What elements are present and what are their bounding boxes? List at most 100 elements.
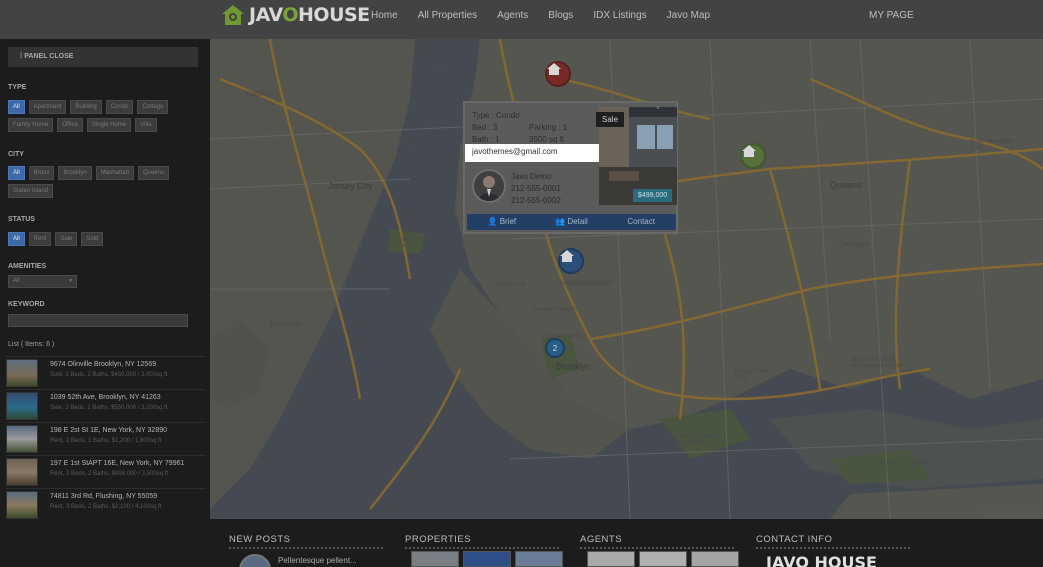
list-item-details: Rent, 3 Beds, 2 Baths, $499,000 / 3,500s… <box>50 471 169 477</box>
map-label-kearny: Kearny <box>245 89 271 98</box>
nav-blogs[interactable]: Blogs <box>548 10 573 21</box>
amenities-select[interactable]: All ▼ <box>8 275 77 288</box>
status-chip-sale[interactable]: Sale <box>55 232 78 246</box>
list-item[interactable]: 198 E 2st St 1E, New York, NY 32890 Rent,… <box>6 422 206 455</box>
nav-idx-listings[interactable]: IDX Listings <box>593 10 646 21</box>
city-chip-staten-island[interactable]: Staten Island <box>8 184 54 198</box>
house-logo-icon <box>221 4 245 26</box>
list-item[interactable]: 1039 52th Ave, Brooklyn, NY 41263 Sale, 3… <box>6 389 206 422</box>
type-chip-all[interactable]: All <box>8 100 25 114</box>
agent-thumbnail[interactable] <box>587 551 635 567</box>
agent-thumbnail[interactable] <box>639 551 687 567</box>
status-chips: All Rent Sale Sold <box>8 232 198 246</box>
map-label-bedford-stuyvesant: Bedford-Stuyvesant <box>560 281 613 287</box>
keyword-input[interactable] <box>8 314 188 327</box>
list-item[interactable]: 197 E 1st StAPT 16E, New York, NY 79961 R… <box>6 455 206 488</box>
users-icon: 👥 <box>555 217 566 226</box>
agent-phone-2: 212-555-0002 <box>511 196 561 205</box>
agent-name[interactable]: Javo Demo <box>511 171 561 183</box>
status-chip-rent[interactable]: Rent <box>28 232 52 246</box>
footer-logo: JAVO HOUSE <box>766 553 877 567</box>
list-title: List ( Items: 6 ) <box>8 341 55 348</box>
map-label-union-city: Union City <box>426 62 463 71</box>
type-chip-office[interactable]: Office <box>57 118 83 132</box>
info-specs-2: Parking : 1 3500 sq ft <box>529 122 567 146</box>
amenities-label: AMENITIES <box>8 263 47 270</box>
map-label-spring-creek-park: Spring Creek Park <box>734 369 770 381</box>
my-page-link[interactable]: MY PAGE <box>869 10 914 21</box>
contact-button[interactable]: Contact <box>606 214 676 230</box>
property-thumbnail <box>6 491 38 519</box>
list-item[interactable]: 74811 3rd Rd, Flushing, NY 55059 Rent, 3 … <box>6 488 206 521</box>
list-item-title: 74811 3rd Rd, Flushing, NY 55059 <box>50 493 158 500</box>
property-thumbnail <box>6 392 38 420</box>
nav-agents[interactable]: Agents <box>497 10 528 21</box>
info-email[interactable]: javothemes@gmail.com <box>465 144 600 162</box>
map-marker-house-icon[interactable] <box>740 143 766 169</box>
price-badge: $499,000 <box>633 189 673 202</box>
map-label-north-new-hyde-park: North New Hyde Park <box>970 139 1015 151</box>
city-chip-queens[interactable]: Queens <box>138 166 170 180</box>
nav-home[interactable]: Home <box>371 10 398 21</box>
map-attribution: Map data ©2014 Google <box>982 511 1041 517</box>
list-item-title: 1039 52th Ave, Brooklyn, NY 41263 <box>50 394 161 401</box>
property-thumbnail <box>6 359 38 387</box>
close-icon[interactable]: × <box>656 105 660 112</box>
map-label-liberty-state-park: Liberty State Park <box>398 237 432 249</box>
site-logo[interactable]: JAVOHOUSE <box>221 4 370 26</box>
map-cluster-marker[interactable]: 2 <box>545 338 565 358</box>
top-navbar: JAVOHOUSE Home All Properties Agents Blo… <box>0 0 1043 39</box>
type-chip-apartment[interactable]: Apartment <box>28 100 67 114</box>
agent-thumbnail[interactable] <box>691 551 739 567</box>
footer-contact-info: CONTACT INFO <box>756 534 911 549</box>
list-item[interactable]: 9674 Olinville Brooklyn, NY 12569 Sold, 3… <box>6 356 206 389</box>
info-type: Type : Condo <box>472 111 520 120</box>
agent-info: Javo Demo 212-555-0001 212-555-0002 <box>511 171 561 207</box>
city-label: CITY <box>8 151 24 158</box>
brief-button[interactable]: 👤 Brief <box>467 214 537 230</box>
city-chips: All Bronx Brooklyn Manhattan Queens Stat… <box>8 166 198 198</box>
type-chip-cottage[interactable]: Cottage <box>137 100 169 114</box>
city-chip-manhattan[interactable]: Manhattan <box>95 166 135 180</box>
list-item-title: 198 E 2st St 1E, New York, NY 32890 <box>50 427 168 434</box>
map-marker-house-icon[interactable] <box>558 248 584 274</box>
map-label-rockaway-park: Rockaway Community Park <box>870 461 930 473</box>
agent-avatar <box>472 169 506 203</box>
panel-close-button[interactable]: ⁞ PANEL CLOSE <box>8 47 198 67</box>
map-marker-house-icon[interactable] <box>545 61 571 87</box>
filter-sidebar: ⁞ PANEL CLOSE TYPE All Apartment Buildin… <box>0 39 210 519</box>
property-thumbnail[interactable] <box>411 551 459 567</box>
status-badge: Sale <box>596 112 625 127</box>
chevron-down-icon: ▼ <box>68 278 73 284</box>
city-chip-brooklyn[interactable]: Brooklyn <box>58 166 92 180</box>
info-parking: Parking : 1 <box>529 123 568 132</box>
detail-button[interactable]: 👥 Detail <box>537 214 607 230</box>
nav-all-properties[interactable]: All Properties <box>418 10 477 21</box>
nav-javo-map[interactable]: Javo Map <box>667 10 710 21</box>
status-label: STATUS <box>8 216 35 223</box>
list-item-details: Rent, 3 Beds, 2 Baths, $2,100 / 4,100sq … <box>50 504 162 510</box>
post-title[interactable]: Pellentesque pellent... <box>278 556 357 565</box>
type-chip-building[interactable]: Building <box>70 100 102 114</box>
footer-new-posts: NEW POSTS <box>229 534 384 549</box>
property-thumbnail <box>6 458 38 486</box>
status-chip-all[interactable]: All <box>8 232 25 246</box>
type-chip-single-home[interactable]: Single Home <box>86 118 132 132</box>
type-chip-family-home[interactable]: Family Home <box>8 118 54 132</box>
type-chip-villa[interactable]: Villa <box>135 118 157 132</box>
property-thumbnail <box>6 425 38 453</box>
type-chip-condo[interactable]: Condo <box>105 100 134 114</box>
map-label-jamaica: Jamaica <box>840 240 870 249</box>
property-thumbnail[interactable] <box>515 551 563 567</box>
type-label: TYPE <box>8 84 27 91</box>
map-label-queens: Queens <box>830 180 862 190</box>
city-chip-bronx[interactable]: Bronx <box>28 166 55 180</box>
agent-phone-1: 212-555-0001 <box>511 184 561 193</box>
map-label-brooklyn: Brooklyn <box>556 361 592 371</box>
map-label-jfk-airport: John F. Kennedy International Airport <box>850 357 903 369</box>
city-chip-all[interactable]: All <box>8 166 25 180</box>
keyword-label: KEYWORD <box>8 301 45 308</box>
property-thumbnail[interactable] <box>463 551 511 567</box>
status-chip-sold[interactable]: Sold <box>81 232 104 246</box>
map-label-bayonne: Bayonne <box>270 319 302 328</box>
